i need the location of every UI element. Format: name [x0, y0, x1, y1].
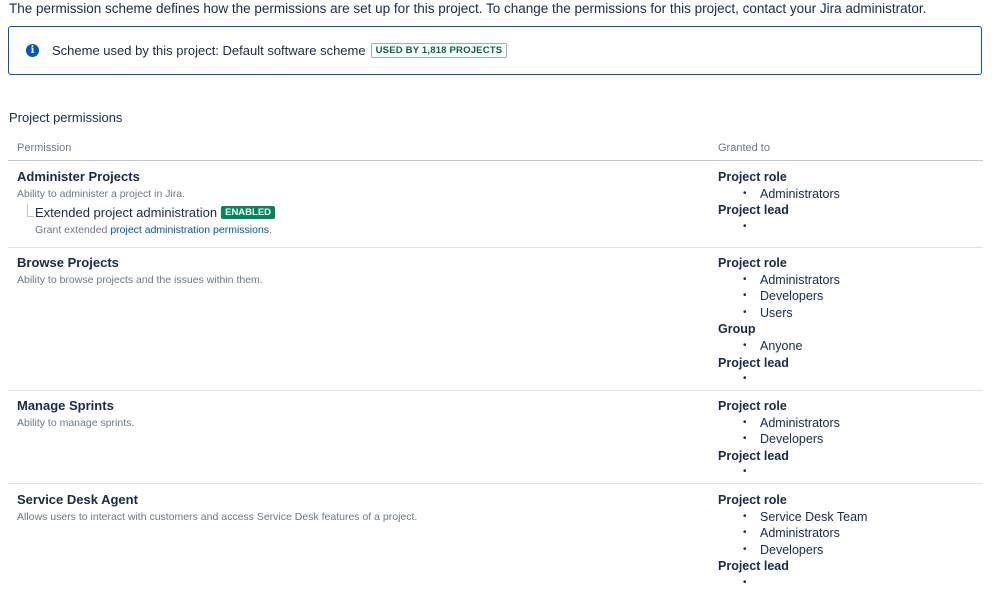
permission-row-service-desk-agent: Service Desk Agent Allows users to inter… [8, 492, 983, 591]
scheme-name-text: Scheme used by this project: Default sof… [52, 43, 366, 58]
permission-description: Ability to manage sprints. [17, 417, 135, 429]
grant-type-label: Project lead [718, 355, 789, 370]
tree-connector [27, 204, 34, 217]
scheme-intro-text: The permission scheme defines how the pe… [9, 1, 927, 16]
permission-row-manage-sprints: Manage Sprints Ability to manage sprints… [8, 398, 983, 483]
grant-type-label: Project lead [718, 203, 789, 218]
grant-item: Administrators [718, 525, 983, 542]
permission-description: Ability to browse projects and the issue… [17, 274, 263, 286]
permission-name: Manage Sprints [17, 398, 114, 413]
header-divider [8, 160, 983, 161]
permission-description: Allows users to interact with customers … [17, 511, 418, 523]
grant-type-label: Project role [718, 170, 787, 184]
extended-permission: Extended project administration ENABLED [35, 205, 276, 220]
extended-desc-suffix: . [269, 224, 272, 236]
grant-item: Administrators [718, 415, 983, 432]
row-divider [8, 247, 983, 248]
grant-type-label: Project role [718, 256, 787, 270]
grant-item: Developers [718, 288, 983, 305]
granted-to-cell: Project role Administrators Developers U… [718, 255, 983, 388]
grant-item: Administrators [718, 272, 983, 289]
section-title: Project permissions [9, 110, 123, 125]
granted-to-cell: Project role Administrators Developers P… [718, 398, 983, 481]
row-divider [8, 483, 983, 484]
permission-row-administer-projects: Administer Projects Ability to administe… [8, 169, 983, 247]
scheme-info-panel: i Scheme used by this project: Default s… [8, 26, 982, 75]
permission-name: Browse Projects [17, 255, 119, 270]
permission-description: Ability to administer a project in Jira. [17, 188, 186, 200]
used-by-projects-badge[interactable]: USED BY 1,818 PROJECTS [370, 43, 508, 58]
enabled-badge: ENABLED [221, 206, 276, 219]
grant-item [718, 371, 983, 388]
grant-item: Users [718, 305, 983, 322]
grant-item: Developers [718, 542, 983, 559]
grant-item [718, 464, 983, 481]
project-administration-permissions-link[interactable]: project administration permissions [110, 224, 269, 236]
grant-type-label: Project lead [718, 448, 789, 463]
grant-item: Developers [718, 431, 983, 448]
grant-item [718, 219, 983, 236]
grant-item: Service Desk Team [718, 509, 983, 526]
granted-to-cell: Project role Administrators Project lead [718, 169, 983, 235]
grant-type-label: Project role [718, 493, 787, 507]
permission-row-browse-projects: Browse Projects Ability to browse projec… [8, 255, 983, 390]
row-divider [8, 390, 983, 391]
granted-to-cell: Project role Service Desk Team Administr… [718, 492, 983, 592]
grant-type-label: Project role [718, 399, 787, 413]
extended-permission-description: Grant extended project administration pe… [35, 224, 272, 236]
extended-desc-prefix: Grant extended [35, 224, 111, 236]
info-icon: i [26, 44, 39, 57]
column-header-granted-to: Granted to [718, 142, 770, 154]
column-header-permission: Permission [17, 142, 72, 154]
grant-item: Anyone [718, 338, 983, 355]
permission-name: Administer Projects [17, 169, 140, 184]
grant-item: Administrators [718, 186, 983, 203]
extended-permission-name: Extended project administration [35, 205, 218, 220]
grant-type-label: Project lead [718, 559, 789, 574]
grant-item [718, 575, 983, 592]
grant-type-label: Group [718, 322, 756, 337]
permission-name: Service Desk Agent [17, 492, 138, 507]
